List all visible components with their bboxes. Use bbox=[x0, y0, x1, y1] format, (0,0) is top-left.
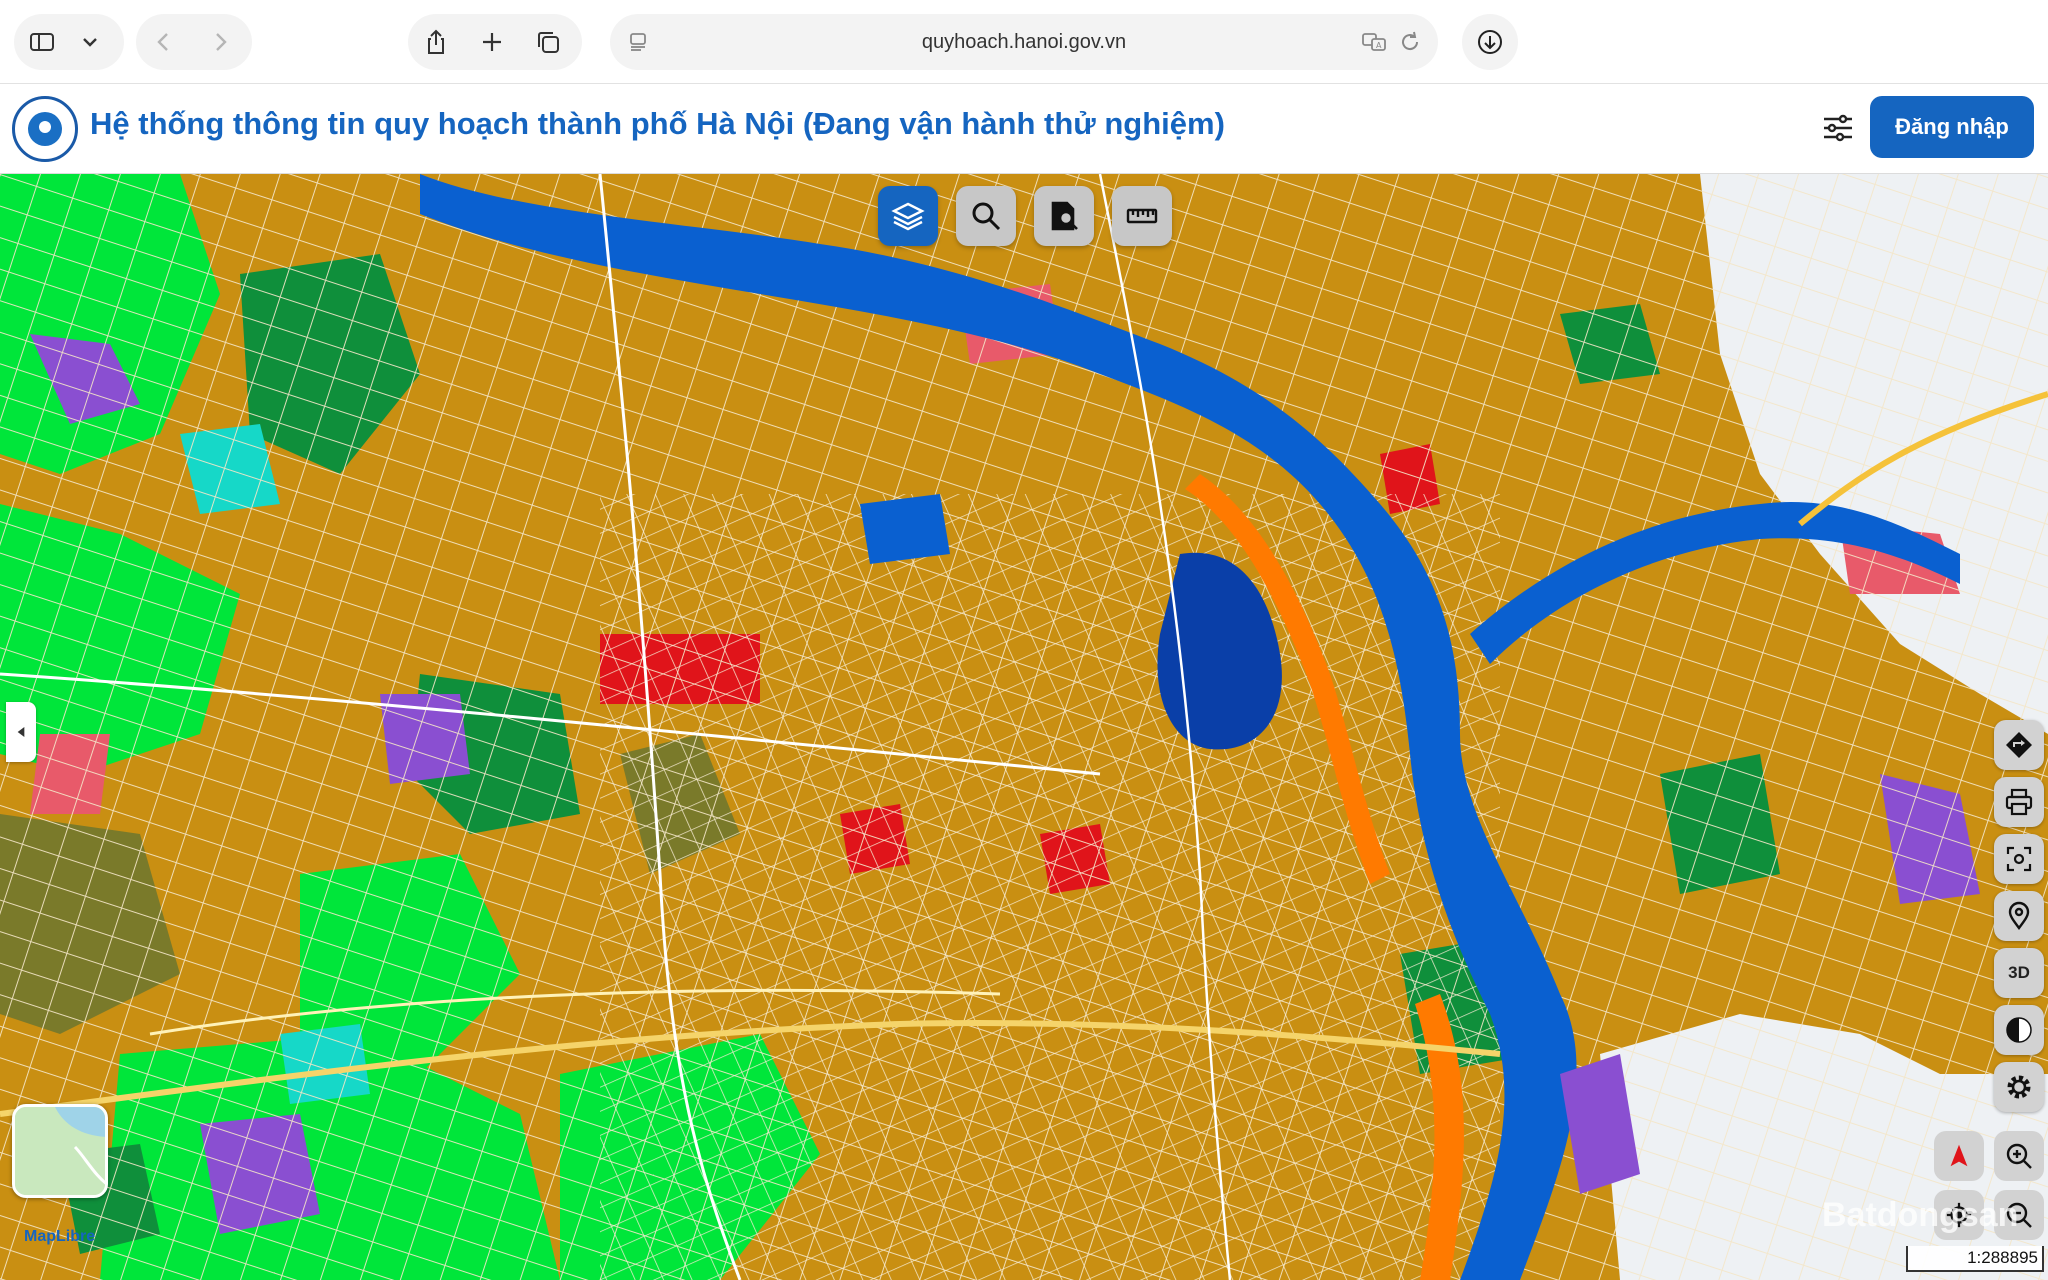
downloads-group bbox=[1462, 14, 1518, 70]
new-tab-icon[interactable] bbox=[464, 14, 520, 70]
settings-icon[interactable] bbox=[1994, 1062, 2044, 1112]
watermark: Batdongsan bbox=[1822, 1196, 2019, 1234]
basemap-switcher[interactable] bbox=[12, 1104, 108, 1198]
chevron-down-icon[interactable] bbox=[70, 14, 110, 70]
map-right-toolbar: 3D bbox=[1994, 720, 2044, 1112]
scale-bar: 1:288895 bbox=[1906, 1246, 2044, 1272]
contrast-icon[interactable] bbox=[1994, 1005, 2044, 1055]
forward-icon[interactable] bbox=[192, 14, 248, 70]
sidebar-icon[interactable] bbox=[14, 14, 70, 70]
logo-pin-icon bbox=[28, 112, 62, 146]
download-icon[interactable] bbox=[1462, 14, 1518, 70]
planning-map[interactable] bbox=[0, 174, 2048, 1280]
app-header: Hệ thống thông tin quy hoạch thành phố H… bbox=[0, 84, 2048, 174]
compass-icon[interactable] bbox=[1934, 1131, 1984, 1181]
url-text: quyhoach.hanoi.gov.vn bbox=[921, 31, 1127, 53]
address-bar[interactable]: quyhoach.hanoi.gov.vn A bbox=[610, 14, 1438, 70]
ruler-icon[interactable] bbox=[1112, 186, 1172, 246]
tabs-overview-icon[interactable] bbox=[520, 14, 576, 70]
svg-text:A: A bbox=[1376, 41, 1382, 50]
translate-icon[interactable]: A bbox=[1356, 14, 1392, 70]
page-actions bbox=[408, 14, 582, 70]
history-nav bbox=[136, 14, 252, 70]
print-icon[interactable] bbox=[1994, 777, 2044, 827]
sidebar-toggle-group bbox=[14, 14, 124, 70]
maplibre-attribution[interactable]: MapLibre bbox=[24, 1228, 95, 1246]
page-title: Hệ thống thông tin quy hoạch thành phố H… bbox=[90, 106, 1225, 141]
directions-icon[interactable] bbox=[1994, 720, 2044, 770]
zoom-in-icon[interactable] bbox=[1994, 1131, 2044, 1181]
login-button[interactable]: Đăng nhập bbox=[1870, 96, 2034, 158]
filter-settings-icon[interactable] bbox=[1816, 106, 1860, 150]
reload-icon[interactable] bbox=[1392, 14, 1428, 70]
document-search-icon[interactable] bbox=[1034, 186, 1094, 246]
vigis-logo[interactable] bbox=[12, 96, 78, 162]
search-icon[interactable] bbox=[956, 186, 1016, 246]
3d-label: 3D bbox=[2008, 963, 2030, 982]
location-pin-icon[interactable] bbox=[1994, 891, 2044, 941]
side-panel-toggle[interactable] bbox=[6, 702, 36, 762]
map-canvas[interactable] bbox=[0, 174, 2048, 1280]
share-icon[interactable] bbox=[408, 14, 464, 70]
browser-toolbar: quyhoach.hanoi.gov.vn A bbox=[0, 0, 2048, 84]
basemap-thumbnail bbox=[15, 1107, 105, 1195]
3d-icon[interactable]: 3D bbox=[1994, 948, 2044, 998]
map-top-toolbar bbox=[878, 186, 1172, 246]
screenshot-icon[interactable] bbox=[1994, 834, 2044, 884]
layers-icon[interactable] bbox=[878, 186, 938, 246]
back-icon[interactable] bbox=[136, 14, 192, 70]
